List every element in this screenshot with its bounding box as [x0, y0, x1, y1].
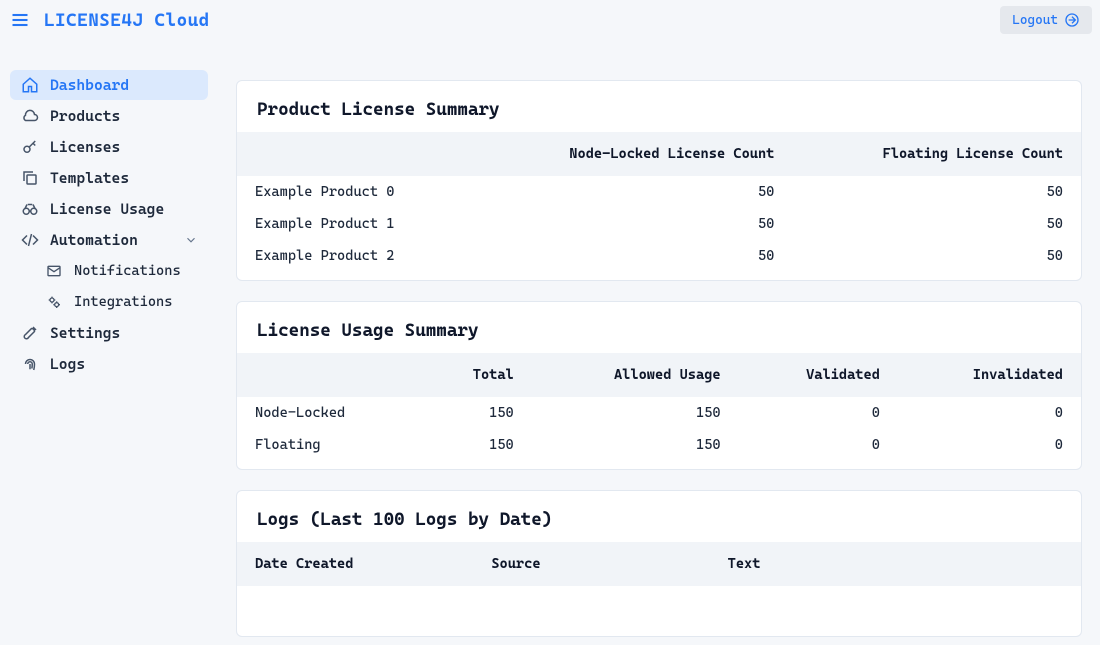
sidebar-item-automation[interactable]: Automation	[10, 225, 208, 255]
gears-icon	[44, 292, 64, 312]
table-cell: 0	[739, 397, 898, 429]
table-cell: 50	[471, 208, 792, 240]
sidebar-item-dashboard[interactable]: Dashboard	[10, 70, 208, 100]
table-cell: Example Product 1	[237, 208, 471, 240]
cloud-icon	[20, 106, 40, 126]
content-area[interactable]: Product License Summary Node-Locked Lice…	[218, 40, 1100, 645]
table-cell: 150	[532, 429, 739, 469]
sidebar: Dashboard Products Licenses Templates Li	[0, 40, 218, 645]
sidebar-label: License Usage	[50, 200, 164, 218]
license-usage-summary-card: License Usage Summary Total Allowed Usag…	[236, 301, 1082, 470]
table-cell: 50	[792, 240, 1081, 280]
product-license-summary-card: Product License Summary Node-Locked Lice…	[236, 80, 1082, 281]
card-title: Product License Summary	[237, 81, 1081, 132]
th: Source	[473, 542, 709, 586]
sidebar-item-licenses[interactable]: Licenses	[10, 132, 208, 162]
topbar: LICENSE4J Cloud Logout	[0, 0, 1100, 40]
card-title: Logs (Last 100 Logs by Date)	[237, 491, 1081, 542]
sidebar-label: Logs	[50, 355, 85, 373]
sidebar-item-logs[interactable]: Logs	[10, 349, 208, 379]
sidebar-label: Settings	[50, 324, 120, 342]
table-cell: 0	[898, 397, 1081, 429]
logs-empty-row	[237, 586, 1081, 636]
product-summary-table: Node-Locked License Count Floating Licen…	[237, 132, 1081, 280]
th	[237, 353, 420, 397]
sidebar-label: Integrations	[74, 294, 172, 310]
th: Allowed Usage	[532, 353, 739, 397]
logs-table: Date Created Source Text	[237, 542, 1081, 636]
table-row: Floating15015000	[237, 429, 1081, 469]
th: Validated	[739, 353, 898, 397]
logout-label: Logout	[1012, 13, 1058, 28]
key-icon	[20, 137, 40, 157]
th: Date Created	[237, 542, 473, 586]
th: Total	[420, 353, 532, 397]
sidebar-item-settings[interactable]: Settings	[10, 318, 208, 348]
wrench-icon	[20, 323, 40, 343]
logs-card: Logs (Last 100 Logs by Date) Date Create…	[236, 490, 1082, 637]
sidebar-label: Products	[50, 107, 120, 125]
table-cell: 50	[792, 208, 1081, 240]
sidebar-label: Automation	[50, 231, 138, 249]
table-cell: 50	[792, 176, 1081, 208]
hamburger-icon	[10, 10, 30, 30]
sidebar-item-templates[interactable]: Templates	[10, 163, 208, 193]
mail-icon	[44, 261, 64, 281]
sidebar-label: Licenses	[50, 138, 120, 156]
app-title: LICENSE4J Cloud	[44, 10, 210, 31]
hamburger-menu-button[interactable]	[8, 8, 32, 32]
sidebar-label: Templates	[50, 169, 129, 187]
table-row: Example Product 05050	[237, 176, 1081, 208]
sidebar-label: Notifications	[74, 263, 181, 279]
table-cell: 150	[532, 397, 739, 429]
table-row: Node-Locked15015000	[237, 397, 1081, 429]
logout-icon	[1064, 12, 1080, 28]
table-cell: 0	[898, 429, 1081, 469]
table-cell: 0	[739, 429, 898, 469]
logout-button[interactable]: Logout	[1000, 6, 1092, 34]
sidebar-item-notifications[interactable]: Notifications	[34, 256, 208, 286]
table-cell: Node-Locked	[237, 397, 420, 429]
main-wrap: Dashboard Products Licenses Templates Li	[0, 40, 1100, 645]
code-icon	[20, 230, 40, 250]
topbar-left: LICENSE4J Cloud	[8, 8, 210, 32]
th: Text	[710, 542, 1081, 586]
copy-icon	[20, 168, 40, 188]
table-cell: 50	[471, 176, 792, 208]
table-cell: 150	[420, 429, 532, 469]
table-cell: Floating	[237, 429, 420, 469]
sidebar-item-products[interactable]: Products	[10, 101, 208, 131]
fingerprint-icon	[20, 354, 40, 374]
card-title: License Usage Summary	[237, 302, 1081, 353]
th: Invalidated	[898, 353, 1081, 397]
sidebar-item-integrations[interactable]: Integrations	[34, 287, 208, 317]
home-icon	[20, 75, 40, 95]
table-cell: Example Product 2	[237, 240, 471, 280]
sidebar-item-license-usage[interactable]: License Usage	[10, 194, 208, 224]
th: Floating License Count	[792, 132, 1081, 176]
sidebar-label: Dashboard	[50, 76, 129, 94]
table-cell: Example Product 0	[237, 176, 471, 208]
automation-subnav: Notifications Integrations	[10, 256, 208, 317]
table-row: Example Product 15050	[237, 208, 1081, 240]
table-cell: 50	[471, 240, 792, 280]
table-cell: 150	[420, 397, 532, 429]
table-row: Example Product 25050	[237, 240, 1081, 280]
th	[237, 132, 471, 176]
usage-summary-table: Total Allowed Usage Validated Invalidate…	[237, 353, 1081, 469]
chevron-down-icon	[184, 233, 198, 247]
th: Node-Locked License Count	[471, 132, 792, 176]
binoculars-icon	[20, 199, 40, 219]
